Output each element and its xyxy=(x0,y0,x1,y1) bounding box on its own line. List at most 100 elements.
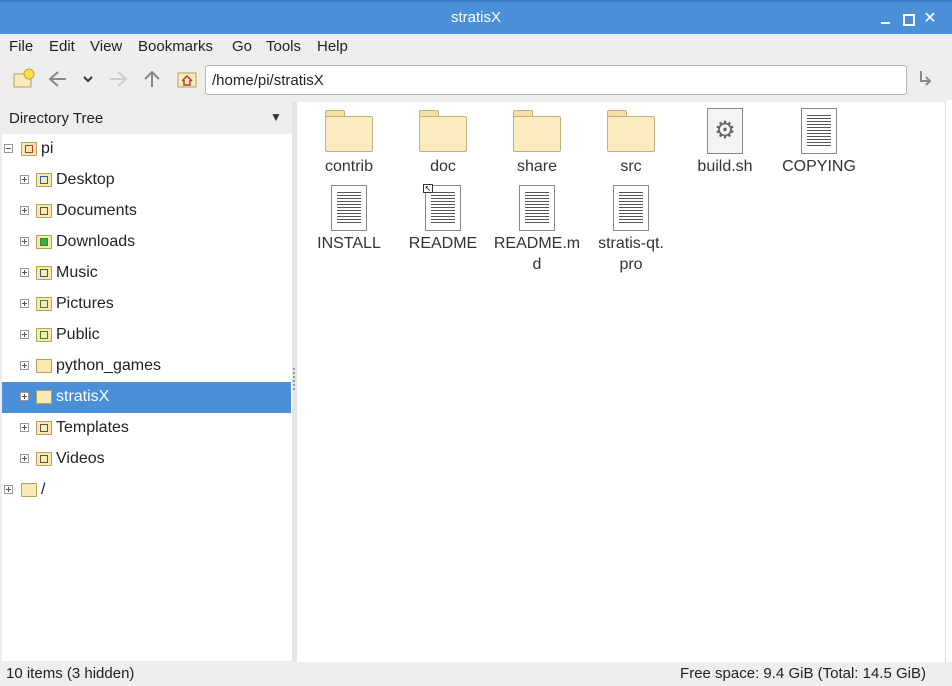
expand-icon[interactable] xyxy=(20,392,29,401)
file-item[interactable]: INSTALL xyxy=(302,185,396,254)
maximize-icon[interactable] xyxy=(900,11,916,27)
public-icon xyxy=(36,328,52,342)
folder-icon xyxy=(36,359,52,373)
tree-item-music[interactable]: Music xyxy=(2,258,291,289)
up-icon[interactable] xyxy=(140,67,164,91)
expand-icon[interactable] xyxy=(4,485,13,494)
folder-icon xyxy=(513,110,561,154)
expand-icon[interactable] xyxy=(20,330,29,339)
text-file-icon xyxy=(331,185,367,231)
menu-edit[interactable]: Edit xyxy=(49,38,75,55)
file-name: stratis-qt.pro xyxy=(598,235,664,273)
file-item[interactable]: ↖ README xyxy=(396,184,490,254)
tree-item-label: / xyxy=(41,481,46,498)
file-item[interactable]: ⚙ build.sh xyxy=(678,108,772,177)
folder-icon xyxy=(21,483,37,497)
desktop-icon xyxy=(36,173,52,187)
expand-icon[interactable] xyxy=(20,361,29,370)
free-space: Free space: 9.4 GiB (Total: 14.5 GiB) xyxy=(680,665,926,682)
back-icon[interactable] xyxy=(46,67,70,91)
tree-item-templates[interactable]: Templates xyxy=(2,413,291,444)
tree-item-videos[interactable]: Videos xyxy=(2,444,291,475)
tree-item-desktop[interactable]: Desktop xyxy=(2,165,291,196)
sidebar-mode-selector[interactable]: Directory Tree ▼ xyxy=(0,102,292,134)
go-icon[interactable] xyxy=(915,67,939,91)
tree-item-downloads[interactable]: Downloads xyxy=(2,227,291,258)
file-item[interactable]: share xyxy=(490,110,584,177)
expand-icon[interactable] xyxy=(20,423,29,432)
chevron-down-icon: ▼ xyxy=(270,110,282,124)
tree-item-pictures[interactable]: Pictures xyxy=(2,289,291,320)
downloads-icon xyxy=(36,235,52,249)
text-file-icon xyxy=(613,185,649,231)
menu-bookmarks[interactable]: Bookmarks xyxy=(138,38,213,55)
window-edge xyxy=(945,100,952,662)
path-input[interactable]: /home/pi/stratisX xyxy=(205,65,907,95)
home-folder-icon xyxy=(21,142,37,156)
new-tab-icon[interactable] xyxy=(12,67,36,91)
collapse-icon[interactable] xyxy=(4,144,13,153)
home-icon[interactable] xyxy=(175,67,199,91)
file-name: README xyxy=(408,235,478,252)
expand-icon[interactable] xyxy=(20,454,29,463)
tree-item-label: Desktop xyxy=(56,171,115,188)
expand-icon[interactable] xyxy=(20,206,29,215)
file-name: COPYING xyxy=(782,158,856,175)
folder-icon xyxy=(419,110,467,154)
expand-icon[interactable] xyxy=(20,299,29,308)
tree-item-label: Documents xyxy=(56,202,137,219)
window-title: stratisX xyxy=(450,9,501,26)
tree-item-label: pi xyxy=(41,140,54,157)
file-item[interactable]: src xyxy=(584,110,678,177)
sidebar-mode-label: Directory Tree xyxy=(9,110,104,127)
tree-item-label: Public xyxy=(56,326,100,343)
expand-icon[interactable] xyxy=(20,175,29,184)
title-bar[interactable]: stratisX ✕ xyxy=(0,0,952,34)
folder-icon xyxy=(36,390,52,404)
file-item[interactable]: doc xyxy=(396,110,490,177)
menu-tools[interactable]: Tools xyxy=(266,38,301,55)
tree-item-documents[interactable]: Documents xyxy=(2,196,291,227)
script-file-icon: ⚙ xyxy=(707,108,743,154)
file-item[interactable]: COPYING xyxy=(772,108,866,177)
gear-icon: ⚙ xyxy=(714,117,736,144)
pictures-icon xyxy=(36,297,52,311)
file-item[interactable]: stratis-qt.pro xyxy=(584,185,678,275)
splitter-grip[interactable] xyxy=(293,368,295,390)
status-bar: 10 items (3 hidden) Free space: 9.4 GiB … xyxy=(0,662,952,686)
templates-icon xyxy=(36,421,52,435)
text-file-icon xyxy=(801,108,837,154)
file-manager-window: stratisX ✕ File Edit View Bookmarks Go T… xyxy=(0,0,952,686)
tree-item-public[interactable]: Public xyxy=(2,320,291,351)
menu-file[interactable]: File xyxy=(9,38,33,55)
directory-tree[interactable]: pi Desktop Documents Downloads Music Pic… xyxy=(2,134,292,661)
file-item[interactable]: README.md xyxy=(490,185,584,275)
symlink-icon: ↖ xyxy=(423,184,433,193)
folder-icon xyxy=(325,110,373,154)
tree-item-stratisx[interactable]: stratisX xyxy=(2,382,291,413)
text-file-icon: ↖ xyxy=(423,184,461,231)
menu-help[interactable]: Help xyxy=(317,38,348,55)
tree-item-python-games[interactable]: python_games xyxy=(2,351,291,382)
menu-view[interactable]: View xyxy=(90,38,122,55)
close-icon[interactable]: ✕ xyxy=(922,11,938,27)
file-view[interactable]: contrib doc share src ⚙ build.sh COPYING… xyxy=(297,102,945,662)
tree-item-label: Downloads xyxy=(56,233,136,250)
forward-icon[interactable] xyxy=(106,67,130,91)
file-name: share xyxy=(516,158,558,175)
history-dropdown-icon[interactable] xyxy=(78,67,102,91)
minimize-icon[interactable] xyxy=(878,11,894,27)
tree-item-pi[interactable]: pi xyxy=(2,134,291,165)
tree-item-label: Videos xyxy=(56,450,105,467)
expand-icon[interactable] xyxy=(20,237,29,246)
expand-icon[interactable] xyxy=(20,268,29,277)
tree-item-root[interactable]: / xyxy=(2,475,291,506)
menu-go[interactable]: Go xyxy=(232,38,252,55)
file-name: contrib xyxy=(324,158,374,175)
tree-item-label: Templates xyxy=(56,419,129,436)
file-name: INSTALL xyxy=(317,235,381,252)
item-count: 10 items (3 hidden) xyxy=(6,665,135,682)
file-item[interactable]: contrib xyxy=(302,110,396,177)
file-name: build.sh xyxy=(697,158,753,175)
tree-item-label: Music xyxy=(56,264,98,281)
